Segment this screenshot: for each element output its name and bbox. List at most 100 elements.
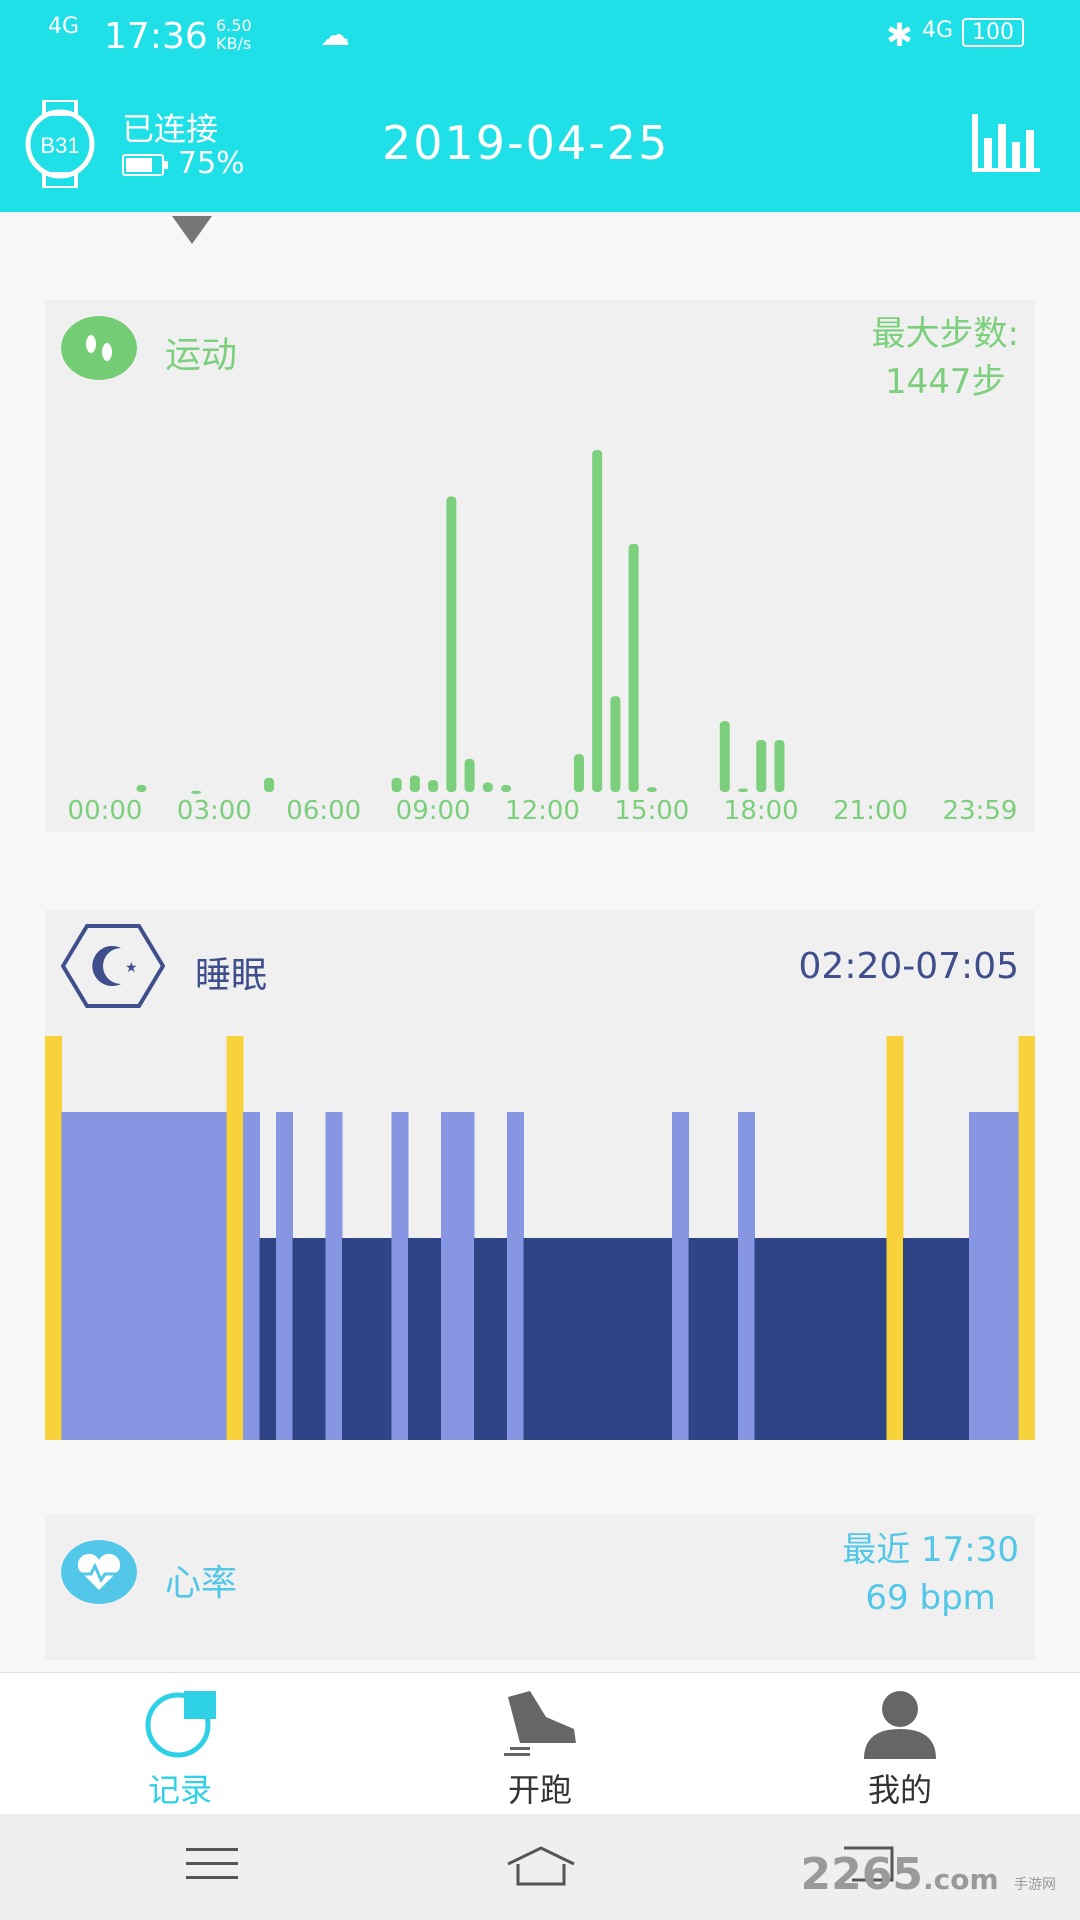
x-tick-label: 23:59 bbox=[942, 796, 1018, 826]
sleep-segment-deep bbox=[408, 1238, 442, 1440]
sleep-segment-light bbox=[441, 1112, 475, 1440]
step-bar bbox=[428, 780, 439, 792]
step-bar bbox=[738, 788, 749, 792]
sleep-chart bbox=[45, 1036, 1035, 1440]
step-bar bbox=[756, 740, 767, 792]
x-tick-label: 12:00 bbox=[505, 796, 580, 826]
step-bar bbox=[191, 790, 202, 794]
device-battery-icon bbox=[122, 154, 168, 176]
user-icon bbox=[864, 1691, 936, 1759]
step-bar bbox=[610, 696, 621, 792]
watermark: 2265.com 手游网 bbox=[801, 1849, 1056, 1900]
tab-bar: 记录 开跑 我的 bbox=[0, 1672, 1080, 1815]
heart-info: 最近 17:30 69 bpm bbox=[842, 1526, 1019, 1622]
sleep-segment-deep bbox=[903, 1238, 970, 1440]
x-tick-label: 06:00 bbox=[286, 796, 362, 826]
heart-icon bbox=[61, 1540, 137, 1604]
sleep-segment-light bbox=[738, 1112, 755, 1440]
sleep-segment-light bbox=[391, 1112, 409, 1440]
network-left: 4G bbox=[48, 14, 80, 39]
step-bar bbox=[391, 777, 402, 792]
step-bar bbox=[646, 787, 657, 792]
speed-unit: KB/s bbox=[216, 34, 252, 53]
sleep-range: 02:20-07:05 bbox=[798, 946, 1019, 987]
step-bar bbox=[482, 782, 493, 792]
sleep-segment-deep bbox=[474, 1238, 508, 1440]
svg-text:★: ★ bbox=[125, 960, 138, 976]
heart-recent: 最近 17:30 bbox=[842, 1530, 1019, 1570]
sleep-segment-light bbox=[325, 1112, 343, 1440]
tab-run-label: 开跑 bbox=[507, 1771, 572, 1809]
sleep-card[interactable]: ★ 睡眠 02:20-07:05 bbox=[45, 910, 1035, 1440]
sleep-title: 睡眠 bbox=[195, 955, 268, 996]
status-bar: 4G 17:36 6.50 KB/s ☁ ✱ 4G 100 bbox=[0, 0, 1080, 72]
bluetooth-icon: ✱ bbox=[886, 16, 913, 54]
menu-icon[interactable] bbox=[186, 1844, 238, 1884]
pie-icon bbox=[145, 1691, 216, 1758]
step-bar bbox=[446, 496, 457, 792]
device-battery-percent: 75% bbox=[178, 146, 245, 181]
x-tick-label: 21:00 bbox=[833, 796, 909, 826]
sleep-segment-awake bbox=[226, 1036, 244, 1440]
sleep-segment-deep bbox=[754, 1238, 887, 1440]
sleep-segment-deep bbox=[523, 1238, 673, 1440]
tab-record[interactable]: 记录 bbox=[0, 1673, 360, 1815]
step-bar bbox=[628, 543, 639, 792]
x-tick-label: 18:00 bbox=[723, 796, 799, 826]
step-bar bbox=[719, 721, 730, 792]
x-tick-label: 03:00 bbox=[176, 796, 252, 826]
home-icon[interactable] bbox=[506, 1844, 576, 1888]
watermark-suffix: .com bbox=[923, 1863, 999, 1896]
battery-status: 100 bbox=[962, 18, 1024, 47]
device-pointer bbox=[172, 216, 212, 244]
device-name: B31 bbox=[40, 133, 79, 158]
step-bar bbox=[501, 784, 512, 792]
step-bar bbox=[409, 775, 420, 792]
sleep-segment-light bbox=[276, 1112, 293, 1440]
cloud-icon: ☁ bbox=[320, 18, 350, 53]
network-right: 4G bbox=[922, 18, 954, 43]
sleep-segment-light bbox=[507, 1112, 524, 1440]
step-bar bbox=[774, 740, 785, 792]
tab-mine-label: 我的 bbox=[867, 1771, 932, 1809]
tab-run[interactable]: 开跑 bbox=[360, 1673, 720, 1815]
watch-icon[interactable]: B31 bbox=[24, 100, 96, 188]
heart-bpm: 69 bpm bbox=[865, 1578, 996, 1618]
steps-chart bbox=[136, 450, 785, 794]
step-bar bbox=[264, 777, 275, 792]
steps-card[interactable]: 运动 最大步数: 1447步 00:00 03:00 06:00 09:00 12:00… bbox=[45, 300, 1035, 832]
sleep-segment-deep bbox=[688, 1238, 739, 1440]
system-nav-bar: 2265.com 手游网 bbox=[0, 1814, 1080, 1920]
date-label[interactable]: 2019-04-25 bbox=[382, 116, 669, 170]
app-header: 4G 17:36 6.50 KB/s ☁ ✱ 4G 100 B31 已连接 75… bbox=[0, 0, 1080, 212]
step-bar bbox=[592, 450, 603, 792]
sleep-segment-awake bbox=[886, 1036, 904, 1440]
tab-mine[interactable]: 我的 bbox=[720, 1673, 1080, 1815]
shoe-icon bbox=[504, 1691, 576, 1756]
heart-card[interactable]: 心率 最近 17:30 69 bpm bbox=[45, 1514, 1035, 1660]
moon-icon: ★ bbox=[61, 924, 165, 1008]
watermark-sub: 手游网 bbox=[1014, 1877, 1056, 1893]
step-bar bbox=[136, 784, 147, 792]
x-tick-label: 15:00 bbox=[614, 796, 690, 826]
sleep-segment-light bbox=[243, 1112, 260, 1440]
sleep-segment-awake bbox=[1018, 1036, 1035, 1440]
connection-status: 已连接 bbox=[122, 110, 219, 148]
status-time: 17:36 bbox=[104, 16, 208, 57]
sleep-segment-deep bbox=[342, 1238, 392, 1440]
chart-icon[interactable] bbox=[968, 110, 1044, 174]
sleep-segment-deep bbox=[259, 1238, 277, 1440]
x-tick-label: 00:00 bbox=[67, 796, 143, 826]
sleep-segment-deep bbox=[292, 1238, 326, 1440]
step-bar bbox=[464, 758, 475, 792]
sleep-segment-awake bbox=[45, 1036, 62, 1440]
tab-record-label: 记录 bbox=[147, 1771, 212, 1809]
heart-title: 心率 bbox=[165, 1563, 238, 1604]
sleep-segment-light bbox=[61, 1112, 227, 1440]
sleep-segment-light bbox=[672, 1112, 689, 1440]
x-tick-label: 09:00 bbox=[395, 796, 471, 826]
step-bar bbox=[573, 754, 584, 792]
watermark-brand: 2265 bbox=[800, 1849, 924, 1900]
sleep-segment-light bbox=[969, 1112, 1019, 1440]
speed-value: 6.50 bbox=[216, 16, 252, 35]
